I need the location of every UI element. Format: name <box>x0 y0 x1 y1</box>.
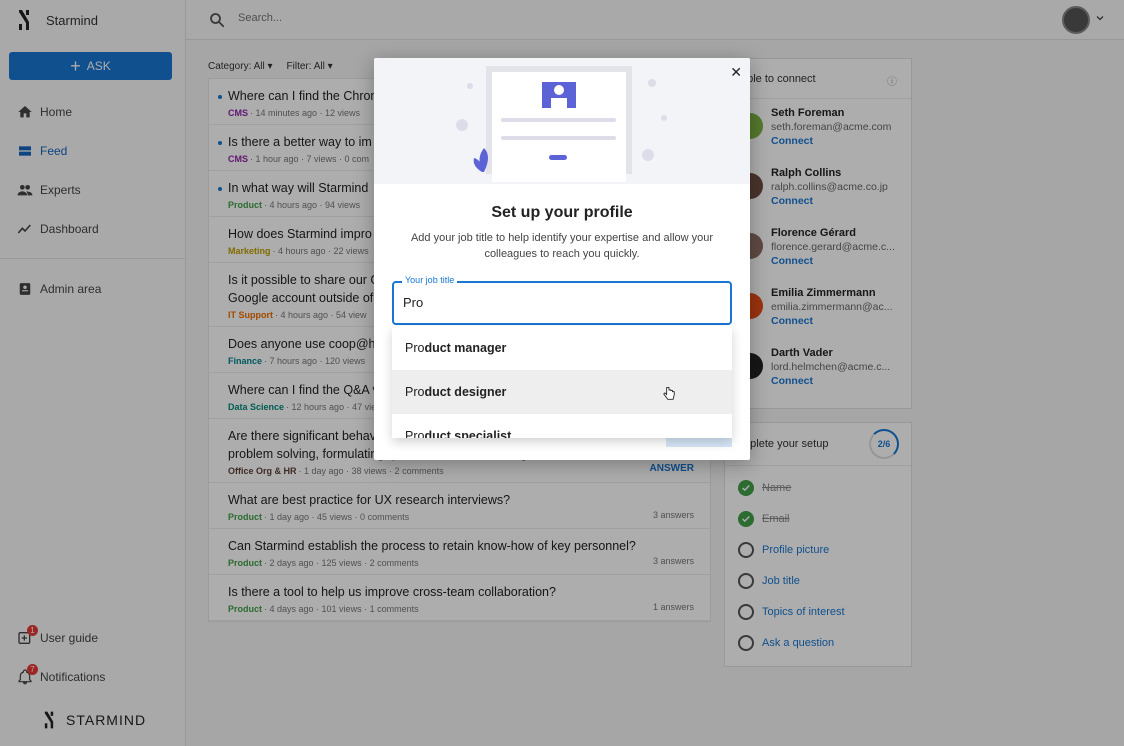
suggestion-match: Pro <box>405 429 425 438</box>
suggestion-rest: duct specialist <box>424 429 512 438</box>
job-title-input[interactable] <box>403 295 703 310</box>
setup-profile-modal: ✕ Set up your profile Add your job title… <box>374 58 750 460</box>
save-button[interactable] <box>666 437 732 447</box>
job-title-suggestions: Pro duct manager Pro duct designer Pro duct… <box>392 326 732 438</box>
job-title-field[interactable]: Your job title <box>392 275 732 325</box>
suggestion-rest: duct designer <box>424 385 507 399</box>
suggestion-rest: duct manager <box>424 341 507 355</box>
suggestion-item[interactable]: Pro duct manager <box>392 326 732 370</box>
close-icon[interactable]: ✕ <box>730 64 742 81</box>
suggestion-item[interactable]: Pro duct designer <box>392 370 732 414</box>
modal-description: Add your job title to help identify your… <box>410 232 714 260</box>
suggestion-match: Pro <box>405 385 425 399</box>
suggestion-match: Pro <box>405 341 425 355</box>
profile-card-illustration-icon <box>456 66 667 182</box>
profile-illustration: ✕ <box>374 58 750 184</box>
hand-cursor-icon <box>662 386 676 405</box>
modal-title: Set up your profile <box>491 204 633 221</box>
job-title-label: Your job title <box>402 275 458 285</box>
suggestion-item[interactable]: Pro duct specialist <box>392 414 732 438</box>
